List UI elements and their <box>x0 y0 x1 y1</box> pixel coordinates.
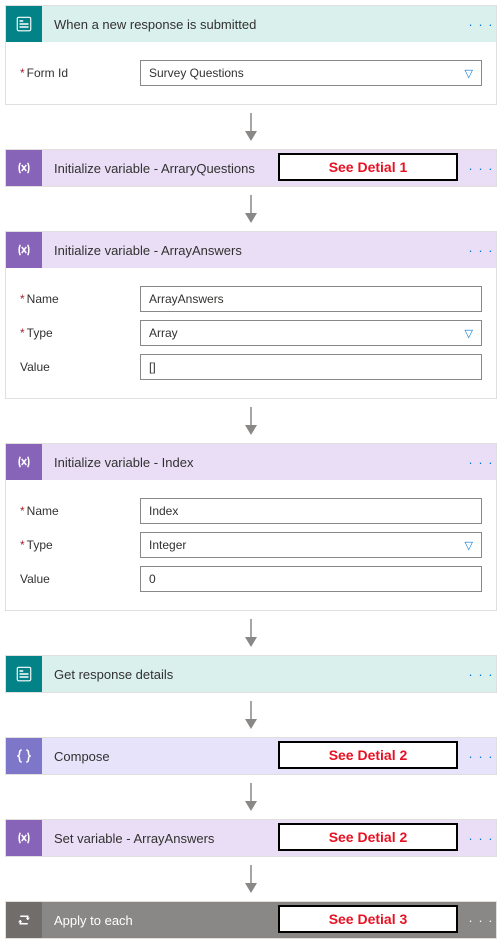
loop-icon <box>6 902 42 938</box>
more-button[interactable]: · · · <box>466 749 496 764</box>
chevron-down-icon: ▽ <box>465 67 473 80</box>
connector-arrow <box>5 187 497 231</box>
detail-badge-2: See Detial 2 <box>278 741 458 769</box>
more-button[interactable]: · · · <box>466 913 496 928</box>
chevron-down-icon: ▽ <box>465 327 473 340</box>
init-index-header[interactable]: Initialize variable - Index · · · <box>6 444 496 480</box>
init-index-title: Initialize variable - Index <box>42 455 466 470</box>
compose-step: Compose See Detial 2 · · · <box>5 737 497 775</box>
name-label: Name <box>20 504 140 518</box>
init-index-body: Name Index Type Integer ▽ Value 0 <box>6 480 496 610</box>
trigger-header[interactable]: When a new response is submitted · · · <box>6 6 496 42</box>
variable-icon <box>6 232 42 268</box>
value-value: [] <box>149 360 156 374</box>
name-value: ArrayAnswers <box>149 292 224 306</box>
data-operation-icon <box>6 738 42 774</box>
variable-icon <box>6 444 42 480</box>
apply-to-each-header[interactable]: Apply to each See Detial 3 · · · <box>6 902 496 938</box>
init-answers-header[interactable]: Initialize variable - ArrayAnswers · · · <box>6 232 496 268</box>
compose-header[interactable]: Compose See Detial 2 · · · <box>6 738 496 774</box>
variable-icon <box>6 820 42 856</box>
value-row: Value [] <box>20 354 482 380</box>
value-input[interactable]: 0 <box>140 566 482 592</box>
type-row: Type Array ▽ <box>20 320 482 346</box>
value-label: Value <box>20 360 140 374</box>
type-select[interactable]: Array ▽ <box>140 320 482 346</box>
connector-arrow <box>5 611 497 655</box>
connector-arrow <box>5 399 497 443</box>
get-response-header[interactable]: Get response details · · · <box>6 656 496 692</box>
trigger-title: When a new response is submitted <box>42 17 466 32</box>
type-value: Integer <box>149 538 186 552</box>
variable-icon <box>6 150 42 186</box>
more-button[interactable]: · · · <box>466 161 496 176</box>
value-value: 0 <box>149 572 156 586</box>
value-label: Value <box>20 572 140 586</box>
more-button[interactable]: · · · <box>466 243 496 258</box>
formid-row: Form Id Survey Questions ▽ <box>20 60 482 86</box>
value-input[interactable]: [] <box>140 354 482 380</box>
type-select[interactable]: Integer ▽ <box>140 532 482 558</box>
name-input[interactable]: ArrayAnswers <box>140 286 482 312</box>
more-button[interactable]: · · · <box>466 17 496 32</box>
set-variable-step: Set variable - ArrayAnswers See Detial 2… <box>5 819 497 857</box>
type-row: Type Integer ▽ <box>20 532 482 558</box>
more-button[interactable]: · · · <box>466 831 496 846</box>
chevron-down-icon: ▽ <box>465 539 473 552</box>
detail-badge-2b: See Detial 2 <box>278 823 458 851</box>
get-response-step: Get response details · · · <box>5 655 497 693</box>
type-label: Type <box>20 538 140 552</box>
name-input[interactable]: Index <box>140 498 482 524</box>
init-answers-step: Initialize variable - ArrayAnswers · · ·… <box>5 231 497 399</box>
detail-badge-1: See Detial 1 <box>278 153 458 181</box>
detail-badge-3: See Detial 3 <box>278 905 458 933</box>
connector-arrow <box>5 693 497 737</box>
forms-icon <box>6 6 42 42</box>
formid-value: Survey Questions <box>149 66 244 80</box>
init-answers-title: Initialize variable - ArrayAnswers <box>42 243 466 258</box>
trigger-body: Form Id Survey Questions ▽ <box>6 42 496 104</box>
value-row: Value 0 <box>20 566 482 592</box>
name-row: Name Index <box>20 498 482 524</box>
init-questions-step: Initialize variable - ArraryQuestions Se… <box>5 149 497 187</box>
type-value: Array <box>149 326 178 340</box>
type-label: Type <box>20 326 140 340</box>
init-index-step: Initialize variable - Index · · · Name I… <box>5 443 497 611</box>
connector-arrow <box>5 105 497 149</box>
formid-label: Form Id <box>20 66 140 80</box>
more-button[interactable]: · · · <box>466 667 496 682</box>
init-questions-header[interactable]: Initialize variable - ArraryQuestions Se… <box>6 150 496 186</box>
more-button[interactable]: · · · <box>466 455 496 470</box>
get-response-title: Get response details <box>42 667 466 682</box>
forms-icon <box>6 656 42 692</box>
name-value: Index <box>149 504 178 518</box>
formid-select[interactable]: Survey Questions ▽ <box>140 60 482 86</box>
connector-arrow <box>5 775 497 819</box>
connector-arrow <box>5 857 497 901</box>
trigger-step: When a new response is submitted · · · F… <box>5 5 497 105</box>
apply-to-each-step: Apply to each See Detial 3 · · · <box>5 901 497 939</box>
name-label: Name <box>20 292 140 306</box>
set-variable-header[interactable]: Set variable - ArrayAnswers See Detial 2… <box>6 820 496 856</box>
init-answers-body: Name ArrayAnswers Type Array ▽ Value [] <box>6 268 496 398</box>
name-row: Name ArrayAnswers <box>20 286 482 312</box>
